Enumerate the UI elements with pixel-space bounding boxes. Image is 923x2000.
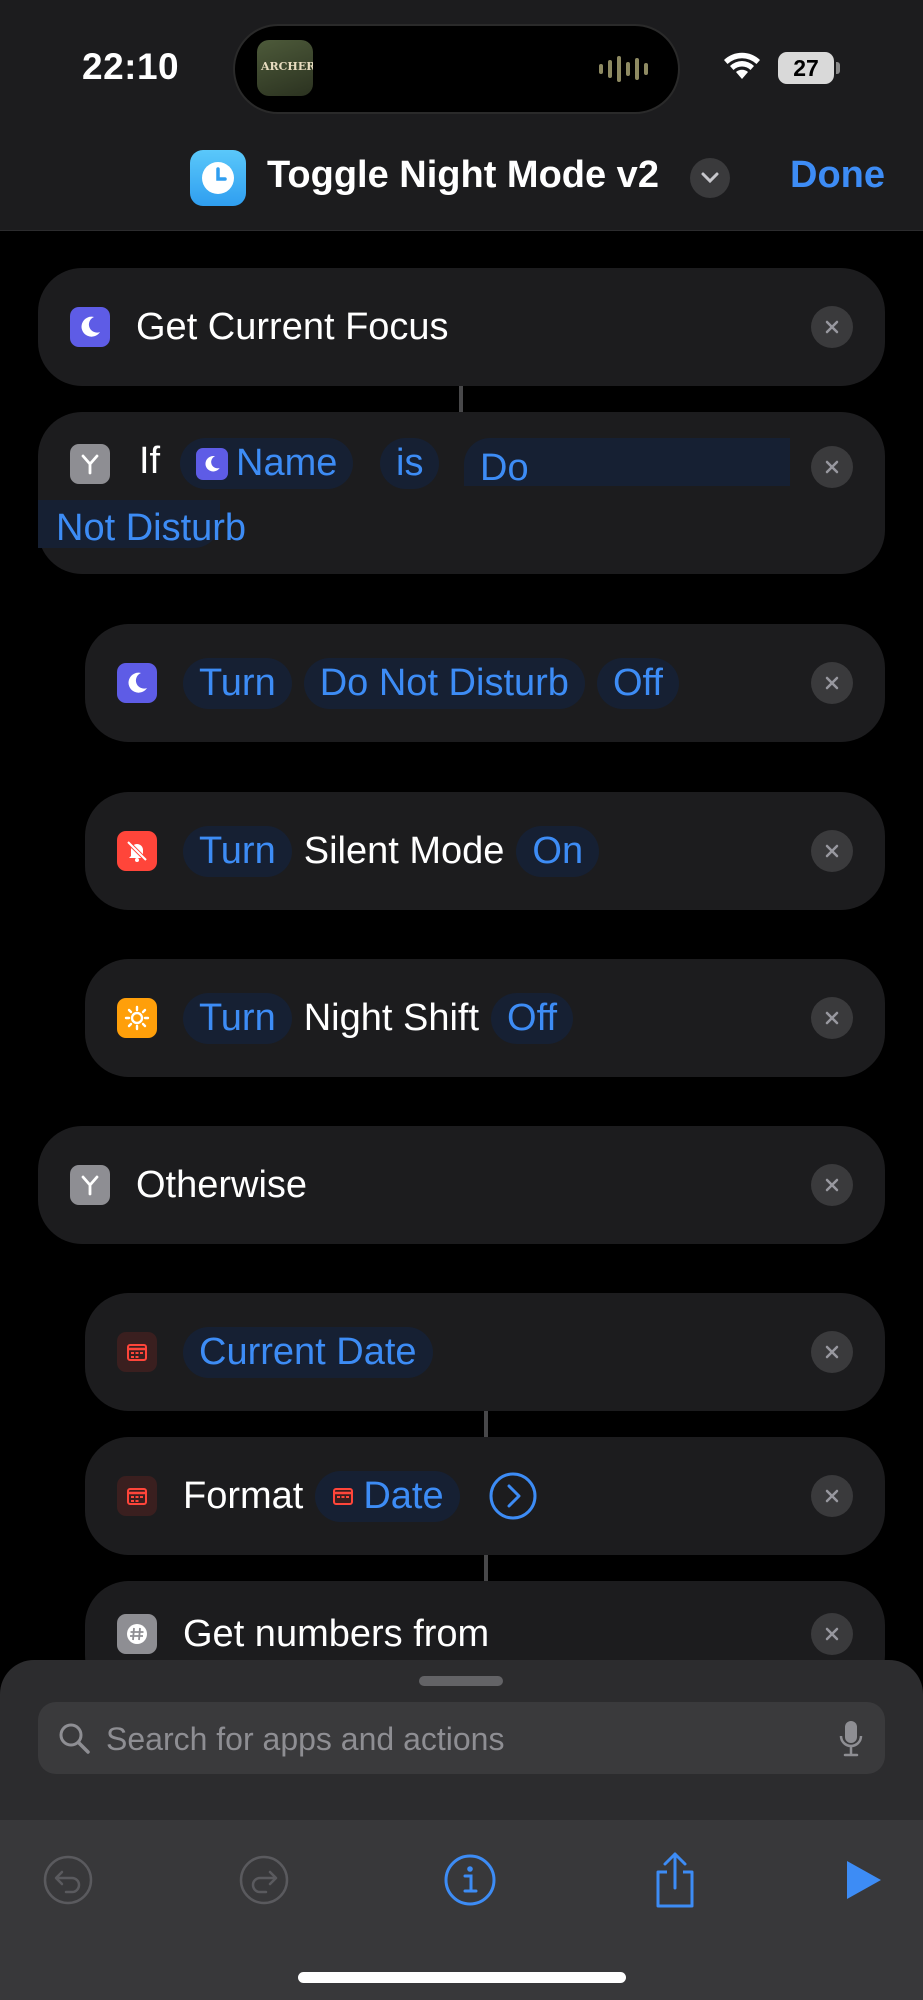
audio-waveform-icon — [599, 54, 648, 84]
flow-connector — [484, 1555, 488, 1581]
state-token[interactable]: Off — [596, 657, 679, 709]
remove-action-icon[interactable] — [811, 662, 853, 704]
battery-indicator: 27 — [778, 52, 834, 84]
shortcut-title[interactable]: Toggle Night Mode v2 — [267, 154, 659, 197]
remove-action-icon[interactable] — [811, 446, 853, 488]
status-bar: 22:10 ARCHERS 27 — [0, 0, 923, 140]
focus-target-token[interactable]: Do Not Disturb — [303, 657, 585, 709]
undo-icon[interactable] — [38, 1850, 98, 1910]
turn-token[interactable]: Turn — [183, 825, 292, 877]
done-button[interactable]: Done — [790, 154, 885, 197]
date-variable-token[interactable]: Date — [315, 1470, 460, 1522]
state-token[interactable]: On — [516, 825, 600, 877]
night-shift-label: Night Shift — [303, 996, 480, 1039]
action-otherwise[interactable]: Otherwise — [38, 1126, 885, 1244]
otherwise-label: Otherwise — [136, 1163, 308, 1206]
current-date-token[interactable]: Current Date — [183, 1326, 433, 1378]
chevron-right-circle-icon[interactable] — [488, 1471, 538, 1521]
remove-action-icon[interactable] — [811, 1331, 853, 1373]
search-bar[interactable] — [38, 1702, 885, 1776]
microphone-icon[interactable] — [837, 1718, 865, 1758]
now-playing-artwork: ARCHERS — [257, 40, 313, 96]
state-token[interactable]: Off — [491, 992, 574, 1044]
share-icon[interactable] — [645, 1850, 705, 1910]
calendar-icon — [117, 1476, 157, 1516]
nav-bar: Toggle Night Mode v2 Done — [0, 140, 923, 231]
action-turn-silent-mode[interactable]: Turn Silent Mode On — [85, 792, 885, 910]
turn-token[interactable]: Turn — [183, 657, 292, 709]
moon-icon — [70, 307, 110, 347]
silent-mode-label: Silent Mode — [303, 829, 505, 872]
action-turn-dnd[interactable]: Turn Do Not Disturb Off — [85, 624, 885, 742]
sun-icon — [117, 998, 157, 1038]
if-value-text[interactable]: Do Not Disturb — [38, 438, 790, 568]
action-search-sheet — [0, 1660, 923, 2000]
format-label: Format — [183, 1474, 304, 1517]
bell-slash-icon — [117, 831, 157, 871]
battery-nub — [836, 62, 840, 74]
shortcut-clock-icon[interactable] — [190, 150, 246, 206]
remove-action-icon[interactable] — [811, 1164, 853, 1206]
remove-action-icon[interactable] — [811, 997, 853, 1039]
get-numbers-label: Get numbers from — [183, 1612, 490, 1655]
remove-action-icon[interactable] — [811, 1613, 853, 1655]
action-current-date[interactable]: Current Date — [85, 1293, 885, 1411]
redo-icon[interactable] — [234, 1850, 294, 1910]
remove-action-icon[interactable] — [811, 306, 853, 348]
dynamic-island[interactable]: ARCHERS — [233, 24, 680, 114]
search-input[interactable] — [104, 1702, 808, 1776]
home-indicator — [298, 1972, 626, 1983]
info-icon[interactable] — [440, 1850, 500, 1910]
sheet-grabber[interactable] — [419, 1676, 503, 1686]
action-get-current-focus[interactable]: Get Current Focus — [38, 268, 885, 386]
action-label: Get Current Focus — [136, 305, 449, 348]
remove-action-icon[interactable] — [811, 830, 853, 872]
status-time: 22:10 — [82, 46, 180, 87]
remove-action-icon[interactable] — [811, 1475, 853, 1517]
search-icon — [59, 1723, 90, 1754]
calendar-icon — [333, 1488, 354, 1505]
wifi-icon — [724, 52, 760, 79]
chevron-down-icon[interactable] — [690, 158, 730, 198]
flow-connector — [459, 386, 463, 412]
action-format-date[interactable]: Format Date — [85, 1437, 885, 1555]
moon-icon — [117, 663, 157, 703]
calendar-icon — [117, 1332, 157, 1372]
action-if[interactable]: If Name is Do Not Disturb — [38, 412, 885, 574]
action-turn-night-shift[interactable]: Turn Night Shift Off — [85, 959, 885, 1077]
branch-icon — [70, 1165, 110, 1205]
number-icon — [117, 1614, 157, 1654]
play-icon[interactable] — [832, 1850, 892, 1910]
turn-token[interactable]: Turn — [183, 992, 292, 1044]
flow-connector — [484, 1411, 488, 1437]
